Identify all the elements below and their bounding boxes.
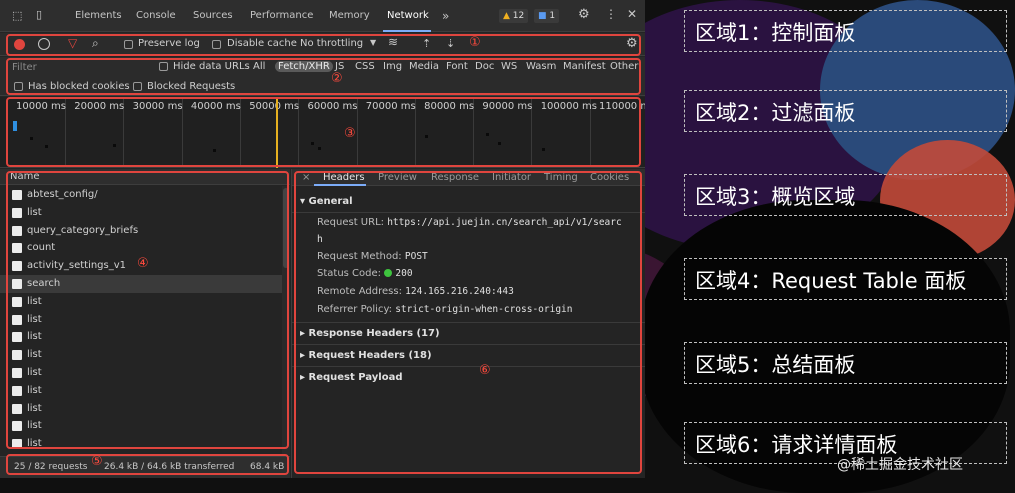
region-6-number: ⑥ <box>479 363 491 378</box>
warnings-badge[interactable]: ▲ 12 <box>499 9 529 23</box>
legend-box: 区域3：概览区域 <box>684 174 1007 216</box>
close-icon[interactable]: ✕ <box>627 7 637 21</box>
region-4-outline <box>6 171 289 449</box>
message-icon: ■ <box>538 11 547 21</box>
messages-badge[interactable]: ■ 1 <box>534 9 560 23</box>
region-5-number: ⑤ <box>91 454 103 469</box>
inspect-element-icon[interactable]: ⬚ <box>12 9 22 22</box>
region-3-outline <box>6 97 641 167</box>
tab-elements[interactable]: Elements <box>75 0 122 32</box>
legend-region-4: 区域4：Request Table 面板 <box>695 269 967 293</box>
warning-icon: ▲ <box>503 11 510 21</box>
region-2-outline <box>6 58 641 95</box>
legend-region-3: 区域3：概览区域 <box>695 185 856 209</box>
tab-performance[interactable]: Performance <box>250 0 313 32</box>
device-toolbar-icon[interactable]: ▯ <box>36 8 42 21</box>
region-2-number: ② <box>331 71 343 86</box>
region-1-number: ① <box>469 35 481 50</box>
legend-region-5: 区域5：总结面板 <box>695 353 856 377</box>
devtools-tab-bar: ⬚ ▯ Elements Console Sources Performance… <box>0 0 645 32</box>
messages-count: 1 <box>549 11 556 21</box>
warnings-count: 12 <box>512 11 525 21</box>
legend-region-1: 区域1：控制面板 <box>695 21 856 45</box>
legend-box: 区域1：控制面板 <box>684 10 1007 52</box>
kebab-menu-icon[interactable]: ⋮ <box>605 7 617 21</box>
tab-memory[interactable]: Memory <box>329 0 370 32</box>
active-tab-indicator <box>383 30 431 32</box>
watermark: @稀土掘金技术社区 <box>837 457 963 473</box>
region-6-outline <box>294 171 642 474</box>
legend-box: 区域4：Request Table 面板 <box>684 258 1007 300</box>
region-1-outline <box>6 34 641 56</box>
tab-sources[interactable]: Sources <box>193 0 233 32</box>
region-4-number: ④ <box>137 256 149 271</box>
tab-console[interactable]: Console <box>136 0 176 32</box>
more-tabs-icon[interactable]: » <box>442 0 449 32</box>
tab-network[interactable]: Network <box>387 0 429 32</box>
legend-box: 区域5：总结面板 <box>684 342 1007 384</box>
region-5-outline <box>6 454 289 475</box>
region-3-number: ③ <box>344 126 356 141</box>
legend-box: 区域2：过滤面板 <box>684 90 1007 132</box>
legend-region-2: 区域2：过滤面板 <box>695 101 856 125</box>
gear-icon[interactable]: ⚙ <box>578 7 590 22</box>
